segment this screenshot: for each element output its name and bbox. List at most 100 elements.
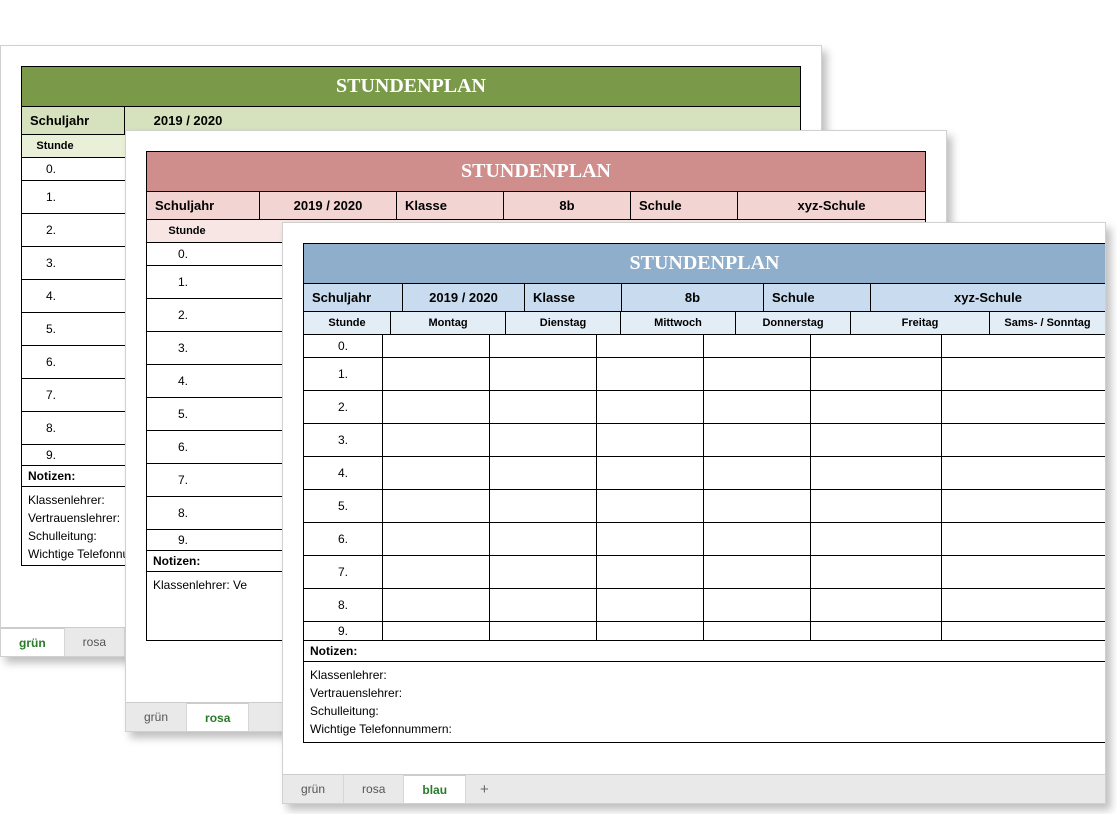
table-row: 9. <box>303 622 1105 641</box>
timetable-cell[interactable] <box>383 556 490 588</box>
timetable-cell[interactable] <box>597 358 704 390</box>
tab-gruen[interactable]: grün <box>126 703 187 731</box>
timetable-cell[interactable] <box>383 358 490 390</box>
period-cell: 4. <box>22 280 80 312</box>
period-cell: 8. <box>147 497 219 529</box>
timetable-cell[interactable] <box>704 457 811 489</box>
title-blue: STUNDENPLAN <box>303 243 1105 284</box>
rows-blue: 0.1.2.3.4.5.6.7.8.9. <box>303 335 1105 641</box>
schuljahr-value: 2019 / 2020 <box>260 192 397 219</box>
timetable-cell[interactable] <box>597 589 704 621</box>
schule-label: Schule <box>631 192 738 219</box>
timetable-cell[interactable] <box>942 490 1105 522</box>
period-cell: 8. <box>22 412 80 444</box>
tabbar-blue: grün rosa blau + <box>283 774 1105 803</box>
timetable-cell[interactable] <box>490 556 597 588</box>
tab-gruen[interactable]: grün <box>283 775 344 803</box>
timetable-cell[interactable] <box>383 457 490 489</box>
timetable-cell[interactable] <box>383 523 490 555</box>
tab-rosa[interactable]: rosa <box>187 703 249 731</box>
tab-rosa[interactable]: rosa <box>344 775 404 803</box>
timetable-cell[interactable] <box>942 589 1105 621</box>
table-row: 3. <box>303 424 1105 457</box>
title-green: STUNDENPLAN <box>21 66 801 107</box>
period-cell: 3. <box>22 247 80 279</box>
header-row-blue: Stunde Montag Dienstag Mittwoch Donnerst… <box>303 312 1105 335</box>
timetable-cell[interactable] <box>383 391 490 423</box>
timetable-cell[interactable] <box>490 358 597 390</box>
klasse-value: 8b <box>504 192 631 219</box>
timetable-cell[interactable] <box>704 424 811 456</box>
timetable-cell[interactable] <box>383 490 490 522</box>
timetable-cell[interactable] <box>597 335 704 357</box>
timetable-cell[interactable] <box>704 391 811 423</box>
timetable-cell[interactable] <box>942 622 1105 640</box>
tab-blau[interactable]: blau <box>404 775 466 803</box>
timetable-cell[interactable] <box>704 358 811 390</box>
timetable-cell[interactable] <box>942 523 1105 555</box>
schuljahr-label: Schuljahr <box>22 107 125 134</box>
timetable-cell[interactable] <box>942 358 1105 390</box>
timetable-cell[interactable] <box>704 523 811 555</box>
timetable-cell[interactable] <box>704 335 811 357</box>
timetable-cell[interactable] <box>597 391 704 423</box>
timetable-cell[interactable] <box>811 391 942 423</box>
note-line: Wichtige Telefonnummern: <box>310 720 1099 738</box>
tab-gruen[interactable]: grün <box>1 628 65 656</box>
timetable-cell[interactable] <box>490 424 597 456</box>
tab-rosa[interactable]: rosa <box>65 628 125 656</box>
timetable-cell[interactable] <box>811 556 942 588</box>
timetable-cell[interactable] <box>811 457 942 489</box>
timetable-cell[interactable] <box>704 589 811 621</box>
period-cell: 0. <box>147 243 219 265</box>
timetable-cell[interactable] <box>490 589 597 621</box>
notes-label-blue: Notizen: <box>303 641 1105 662</box>
col-freitag: Freitag <box>851 312 990 334</box>
timetable-cell[interactable] <box>383 424 490 456</box>
note-line: Klassenlehrer: Ve <box>153 578 247 592</box>
timetable-cell[interactable] <box>811 335 942 357</box>
timetable-cell[interactable] <box>490 335 597 357</box>
table-row: 2. <box>303 391 1105 424</box>
timetable-cell[interactable] <box>383 335 490 357</box>
timetable-cell[interactable] <box>490 457 597 489</box>
timetable-cell[interactable] <box>490 391 597 423</box>
table-row: 7. <box>303 556 1105 589</box>
timetable-cell[interactable] <box>704 556 811 588</box>
table-row: 8. <box>303 589 1105 622</box>
timetable-cell[interactable] <box>490 523 597 555</box>
timetable-cell[interactable] <box>597 523 704 555</box>
timetable-cell[interactable] <box>383 589 490 621</box>
timetable-cell[interactable] <box>811 523 942 555</box>
timetable-cell[interactable] <box>597 622 704 640</box>
schule-value: xyz-Schule <box>738 192 925 219</box>
timetable-cell[interactable] <box>490 622 597 640</box>
timetable-cell[interactable] <box>811 622 942 640</box>
col-dienstag: Dienstag <box>506 312 621 334</box>
timetable-cell[interactable] <box>811 358 942 390</box>
period-cell: 4. <box>147 365 219 397</box>
timetable-cell[interactable] <box>597 424 704 456</box>
schuljahr-value: 2019 / 2020 <box>403 284 525 311</box>
klasse-label: Klasse <box>397 192 504 219</box>
timetable-cell[interactable] <box>704 490 811 522</box>
add-tab-button[interactable]: + <box>466 775 503 803</box>
timetable-cell[interactable] <box>942 556 1105 588</box>
timetable-cell[interactable] <box>942 457 1105 489</box>
meta-row-rose: Schuljahr 2019 / 2020 Klasse 8b Schule x… <box>146 192 926 220</box>
timetable-cell[interactable] <box>811 589 942 621</box>
timetable-cell[interactable] <box>942 424 1105 456</box>
timetable-cell[interactable] <box>942 335 1105 357</box>
timetable-cell[interactable] <box>597 556 704 588</box>
timetable-cell[interactable] <box>704 622 811 640</box>
timetable-cell[interactable] <box>597 457 704 489</box>
timetable-cell[interactable] <box>383 622 490 640</box>
timetable-cell[interactable] <box>597 490 704 522</box>
timetable-cell[interactable] <box>942 391 1105 423</box>
timetable-cell[interactable] <box>490 490 597 522</box>
period-cell: 5. <box>147 398 219 430</box>
timetable-cell[interactable] <box>811 490 942 522</box>
timetable-cell[interactable] <box>811 424 942 456</box>
period-cell: 0. <box>22 158 80 180</box>
title-rose: STUNDENPLAN <box>146 151 926 192</box>
